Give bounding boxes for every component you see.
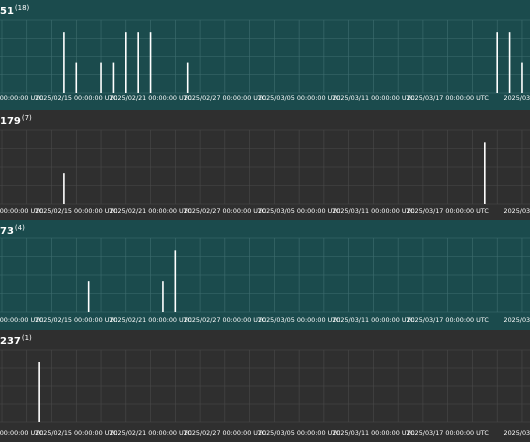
- panel-name: 237: [0, 336, 21, 347]
- timeline-panel: 2025/02/09 00:00:00 UTC2025/02/15 00:00:…: [0, 330, 530, 442]
- panel-title: 179(7): [0, 112, 32, 128]
- x-tick-label: 2025/02/21 00:00:00 UTC: [109, 316, 192, 324]
- timeline-plot: 2025/02/09 00:00:00 UTC2025/02/15 00:00:…: [0, 110, 530, 220]
- panel-title: 51(18): [0, 2, 29, 18]
- panel-title: 73(4): [0, 222, 25, 238]
- event-count-badge: (1): [21, 334, 32, 342]
- timeline-plot: 2025/02/09 00:00:00 UTC2025/02/15 00:00:…: [0, 330, 530, 442]
- x-tick-label: 2025/02/27 00:00:00 UTC: [184, 94, 267, 102]
- timeline-plot: 2025/02/09 00:00:00 UTC2025/02/15 00:00:…: [0, 220, 530, 330]
- panel-name: 179: [0, 116, 21, 127]
- event-bar: [63, 173, 65, 204]
- x-tick-label: 2025/03/05 00:00:00 UTC: [258, 429, 341, 437]
- timeline-panel: 2025/02/09 00:00:00 UTC2025/02/15 00:00:…: [0, 110, 530, 220]
- event-bar: [137, 32, 139, 93]
- x-tick-label: 2025/02/27 00:00:00 UTC: [184, 316, 267, 324]
- timeline-panel: 2025/02/09 00:00:00 UTC2025/02/15 00:00:…: [0, 220, 530, 330]
- x-tick-label: 2025/03/05 00:00:00 UTC: [258, 316, 341, 324]
- x-tick-label: 2025/03/11 00:00:00 UTC: [332, 429, 415, 437]
- x-tick-label: 2025/02/15 00:00:00 UTC: [35, 316, 118, 324]
- event-bar: [125, 32, 127, 93]
- event-bar: [63, 32, 65, 93]
- x-tick-label: 2025/02/27 00:00:00 UTC: [184, 207, 267, 215]
- event-bar: [75, 62, 78, 93]
- x-tick-label: 2025/03/11 00:00:00 UTC: [332, 316, 415, 324]
- x-tick-label: 2025/03/23: [504, 94, 530, 102]
- event-bar: [521, 62, 523, 93]
- event-bar: [484, 142, 486, 204]
- x-tick-label: 2025/03/11 00:00:00 UTC: [332, 207, 415, 215]
- x-tick-label: 2025/03/17 00:00:00 UTC: [407, 94, 490, 102]
- x-tick-label: 2025/02/27 00:00:00 UTC: [184, 429, 267, 437]
- x-tick-label: 2025/03/11 00:00:00 UTC: [332, 94, 415, 102]
- event-bar: [186, 62, 189, 93]
- x-tick-label: 2025/03/17 00:00:00 UTC: [407, 316, 490, 324]
- x-tick-label: 2025/03/17 00:00:00 UTC: [407, 207, 490, 215]
- x-tick-label: 2025/02/21 00:00:00 UTC: [109, 429, 192, 437]
- x-tick-label: 2025/03/17 00:00:00 UTC: [407, 429, 490, 437]
- event-bar: [149, 32, 152, 93]
- event-bar: [87, 281, 90, 312]
- x-tick-label: 2025/03/23: [504, 429, 530, 437]
- x-tick-label: 2025/02/21 00:00:00 UTC: [109, 94, 192, 102]
- x-tick-label: 2025/02/21 00:00:00 UTC: [109, 207, 192, 215]
- event-bar: [112, 62, 115, 93]
- panel-title: 237(1): [0, 332, 32, 348]
- timeline-plot: 2025/02/09 00:00:00 UTC2025/02/15 00:00:…: [0, 0, 530, 110]
- event-bar: [174, 250, 177, 312]
- x-tick-label: 2025/02/15 00:00:00 UTC: [35, 429, 118, 437]
- event-bar: [508, 32, 511, 93]
- panel-background: [0, 110, 530, 220]
- event-count-badge: (7): [21, 114, 32, 122]
- x-tick-label: 2025/03/23: [504, 316, 530, 324]
- event-count-badge: (4): [14, 224, 25, 232]
- x-tick-label: 2025/02/15 00:00:00 UTC: [35, 94, 118, 102]
- panel-name: 73: [0, 226, 14, 237]
- event-bar: [100, 62, 102, 93]
- panel-name: 51: [0, 6, 14, 17]
- x-tick-label: 2025/03/23: [504, 207, 530, 215]
- event-bar: [496, 32, 498, 93]
- x-tick-label: 2025/03/05 00:00:00 UTC: [258, 207, 341, 215]
- x-tick-label: 2025/02/15 00:00:00 UTC: [35, 207, 118, 215]
- timeline-panel: 2025/02/09 00:00:00 UTC2025/02/15 00:00:…: [0, 0, 530, 110]
- event-bar: [162, 281, 164, 312]
- x-tick-label: 2025/03/05 00:00:00 UTC: [258, 94, 341, 102]
- event-count-badge: (18): [14, 4, 30, 12]
- event-bar: [38, 362, 40, 422]
